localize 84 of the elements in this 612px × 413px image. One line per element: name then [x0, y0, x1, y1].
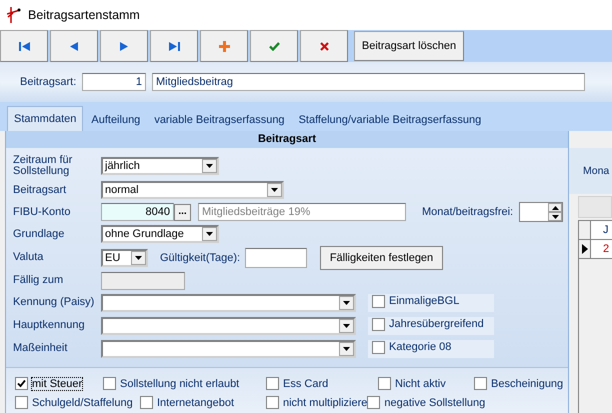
checkbox[interactable] — [15, 396, 28, 409]
dropdown[interactable]: jährlich — [101, 157, 219, 175]
number-field[interactable]: 1 — [82, 73, 146, 91]
checkbox-label[interactable]: Schulgeld/Staffelung — [32, 396, 133, 408]
description-field: Mitgliedsbeiträge 19% — [198, 203, 406, 221]
field-label: FIBU-Konto — [13, 206, 72, 218]
close-icon — [320, 42, 328, 50]
plus-icon — [218, 40, 230, 52]
field-label: Monat/beitragsfrei: — [422, 206, 514, 218]
caret-icon — [206, 164, 213, 168]
dropdown[interactable]: normal — [101, 181, 284, 199]
browse-button[interactable]: ... — [174, 204, 191, 220]
caret-icon — [206, 232, 213, 236]
field-label: Mona — [583, 165, 610, 177]
toolbar-button[interactable] — [0, 30, 48, 62]
section-title: Beitragsart — [6, 131, 568, 148]
checkbox[interactable] — [372, 294, 385, 308]
checkbox-label[interactable]: nicht multipliziere — [283, 396, 368, 408]
toolbar-button[interactable] — [200, 30, 248, 62]
spin-down-icon[interactable] — [552, 214, 558, 218]
checkbox[interactable] — [474, 377, 487, 390]
checkbox[interactable] — [103, 377, 116, 390]
tab[interactable]: Stammdaten — [7, 106, 84, 131]
table-cell: 2 — [591, 240, 612, 259]
checkbox[interactable] — [372, 318, 385, 330]
row-pointer-icon — [582, 244, 588, 254]
caret-icon — [343, 300, 350, 304]
field-label: Valuta — [13, 252, 44, 263]
toolbar-button[interactable] — [100, 30, 148, 62]
skip-back-icon — [18, 42, 30, 50]
field-label: Maßeinheit — [13, 343, 68, 354]
checkbox-label[interactable]: negative Sollstellung — [384, 396, 486, 408]
checkbox[interactable] — [372, 340, 385, 354]
checkbox[interactable] — [378, 377, 391, 390]
field-label: Grundlage — [13, 228, 66, 240]
checkbox-label[interactable]: mit Steuer — [32, 378, 82, 390]
triangle-right-icon — [120, 42, 128, 50]
dropdown[interactable]: ohne Grundlage — [101, 225, 219, 243]
spin-up-icon[interactable] — [552, 206, 558, 210]
checkbox-label[interactable]: Internetangebot — [157, 396, 234, 408]
field-label: Beitragsart: — [20, 76, 78, 88]
checkbox[interactable] — [15, 377, 28, 390]
checkbox-label[interactable]: Nicht aktiv — [395, 378, 446, 390]
field-label: Fällig zum — [13, 275, 64, 286]
checkbox[interactable] — [367, 396, 380, 409]
dropdown[interactable]: EU — [101, 248, 148, 266]
field-label: Zeitraum für Sollstellung — [13, 155, 74, 177]
toolbar-button[interactable] — [50, 30, 98, 62]
spinner-field[interactable] — [519, 202, 563, 222]
delete-button[interactable]: Beitragsart löschen — [354, 31, 464, 61]
caret-icon — [343, 324, 350, 328]
tab[interactable]: Staffelung/variable Beitragserfassung — [292, 108, 488, 131]
triangle-left-icon — [70, 42, 78, 50]
column-header: J — [591, 221, 612, 240]
caret-icon — [343, 346, 350, 350]
app-logo-icon — [7, 7, 21, 23]
skip-forward-icon — [168, 42, 180, 50]
account-field[interactable]: 8040 — [101, 203, 174, 221]
checkbox[interactable] — [140, 396, 153, 409]
checkbox-label[interactable]: Bescheinigung — [491, 378, 564, 390]
set-due-dates-button[interactable]: Fälligkeiten festlegen — [320, 246, 443, 270]
dropdown[interactable] — [101, 316, 356, 334]
toolbar-button[interactable] — [150, 30, 198, 62]
checkbox[interactable] — [266, 396, 279, 409]
tab[interactable]: Aufteilung — [85, 108, 146, 131]
field-label: Beitragsart — [13, 184, 68, 196]
days-field[interactable] — [245, 248, 307, 268]
field-label: Gültigkeit(Tage): — [160, 252, 242, 264]
checkbox-label[interactable]: Sollstellung nicht erlaubt — [120, 378, 240, 390]
caret-icon — [135, 256, 142, 260]
checkbox-label[interactable]: Ess Card — [283, 378, 328, 390]
field-label: Kennung (Paisy) — [13, 297, 96, 308]
name-field[interactable]: Mitgliedsbeitrag — [152, 73, 585, 91]
toolbar-button[interactable] — [250, 30, 298, 62]
side-bar — [578, 196, 612, 218]
tab[interactable]: variable Beitragserfassung — [148, 108, 291, 131]
dropdown[interactable] — [101, 294, 356, 312]
field-label: Hauptkennung — [13, 320, 86, 331]
checkbox[interactable] — [266, 377, 279, 390]
window-title: Beitragsartenstamm — [28, 8, 140, 22]
caret-icon — [271, 188, 278, 192]
toolbar-button[interactable] — [300, 30, 348, 62]
dropdown[interactable] — [101, 340, 356, 358]
checkmark-icon — [268, 42, 280, 50]
